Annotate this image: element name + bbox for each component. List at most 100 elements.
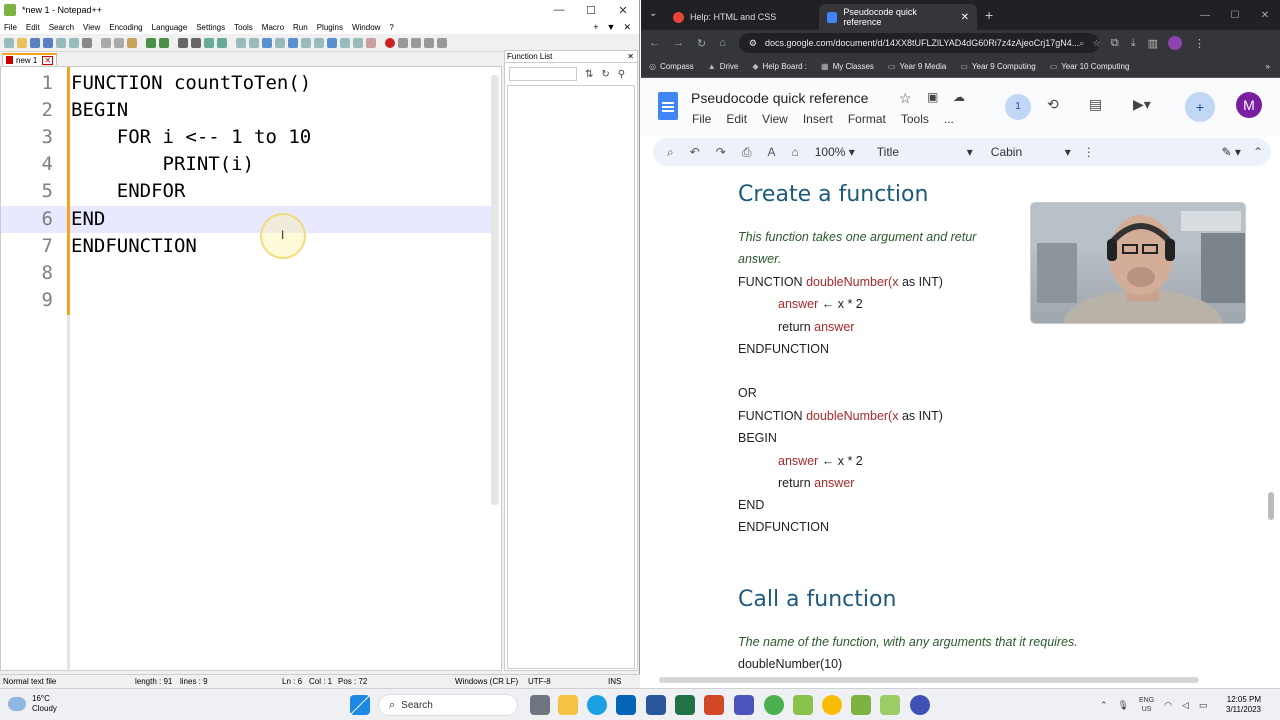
home-icon[interactable]: ⌂ <box>719 37 726 49</box>
wifi-icon[interactable]: ◠ <box>1164 700 1172 711</box>
bookmark-drive[interactable]: ▲ Drive <box>708 62 739 71</box>
save-all-icon[interactable] <box>43 37 53 48</box>
function-list-tree[interactable] <box>507 85 635 669</box>
code-line[interactable]: 2 BEGIN <box>1 97 491 124</box>
doc-scrollbar[interactable] <box>1268 492 1274 520</box>
tab-close-icon[interactable]: ✕ <box>42 55 54 65</box>
cut-icon[interactable] <box>101 37 111 48</box>
npp-titlebar[interactable]: *new 1 - Notepad++ — ☐ ✕ <box>0 0 639 20</box>
panel-close-icon[interactable]: ✕ <box>627 52 634 61</box>
stop-macro-icon[interactable] <box>398 37 408 48</box>
excel-icon[interactable] <box>675 695 695 715</box>
function-search-input[interactable] <box>509 67 577 81</box>
taskbar-search[interactable]: ⌕ Search <box>378 694 518 716</box>
word-icon[interactable] <box>646 695 666 715</box>
docs-menu-edit[interactable]: Edit <box>726 112 747 126</box>
redo-icon[interactable] <box>159 37 169 48</box>
menu-help[interactable]: ? <box>389 23 393 32</box>
browser-tab-docs[interactable]: Pseudocode quick reference ✕ <box>819 4 977 30</box>
notepadpp-alt-icon[interactable] <box>851 695 871 715</box>
sort-icon[interactable]: ⇅ <box>585 69 593 80</box>
docs-menu-view[interactable]: View <box>762 112 788 126</box>
doc-map-icon[interactable] <box>314 37 324 48</box>
tab-new-1[interactable]: new 1 ✕ <box>2 53 58 65</box>
docs-menu-format[interactable]: Format <box>848 112 886 126</box>
bookmark-star-icon[interactable]: ☆ <box>1092 38 1100 49</box>
browser-tab-help[interactable]: Help: HTML and CSS <box>665 4 819 30</box>
collapse-menu-icon[interactable]: ⌃ <box>1253 145 1263 159</box>
menu-search[interactable]: Search <box>49 23 74 32</box>
bookmark-my-classes[interactable]: ▦ My Classes <box>821 62 874 71</box>
menu-edit[interactable]: Edit <box>26 23 40 32</box>
weather-widget[interactable]: 16°C Cloudy <box>8 694 57 714</box>
code-line[interactable]: 4 PRINT(i) <box>1 151 491 178</box>
record-macro-icon[interactable] <box>385 37 395 48</box>
code-line[interactable]: 1 FUNCTION countToTen() <box>1 70 491 97</box>
add-icon[interactable]: + <box>593 22 598 33</box>
code-line[interactable]: 8 <box>1 260 491 287</box>
search-menus-icon[interactable]: ⌕ <box>667 145 674 160</box>
doc-list-icon[interactable] <box>366 37 376 48</box>
bookmark-year9-computing[interactable]: ▭ Year 9 Computing <box>960 62 1035 71</box>
close-file-icon[interactable] <box>56 37 66 48</box>
save-icon[interactable] <box>30 37 40 48</box>
func-list-icon[interactable] <box>327 37 337 48</box>
docs-menu-file[interactable]: File <box>692 112 711 126</box>
doc-horizontal-scrollbar[interactable] <box>659 677 1199 683</box>
site-info-icon[interactable]: ⚙ <box>749 38 757 49</box>
code-line-current[interactable]: 6 END <box>1 206 491 233</box>
doc-title[interactable]: Pseudocode quick reference <box>691 90 868 106</box>
docs-menu-tools[interactable]: Tools <box>901 112 929 126</box>
teams-icon[interactable] <box>734 695 754 715</box>
minimize-icon[interactable]: — <box>543 4 575 17</box>
editor-scrollbar[interactable] <box>491 75 499 505</box>
outlook-icon[interactable] <box>616 695 636 715</box>
zoom-in-icon[interactable] <box>204 37 214 48</box>
sync-h-icon[interactable] <box>249 37 259 48</box>
bookmark-compass[interactable]: ◎ Compass <box>649 62 694 71</box>
file-explorer-icon[interactable] <box>558 695 578 715</box>
back-icon[interactable]: ← <box>649 37 660 49</box>
run-macro-icon[interactable] <box>424 37 434 48</box>
menu-window[interactable]: Window <box>352 23 380 32</box>
monitor-icon[interactable] <box>353 37 363 48</box>
new-file-icon[interactable] <box>4 37 14 48</box>
redo-icon[interactable]: ↷ <box>716 145 726 159</box>
side-panel-icon[interactable]: ▥ <box>1148 37 1158 50</box>
download-icon[interactable]: ⤓ <box>1131 37 1136 50</box>
zoom-select[interactable]: 100% ▾ <box>815 145 855 159</box>
obs-icon[interactable] <box>910 695 930 715</box>
profile-avatar[interactable] <box>1168 36 1183 50</box>
font-select[interactable]: Cabin ▾ <box>991 145 1071 159</box>
docs-menu-insert[interactable]: Insert <box>803 112 833 126</box>
docs-menu-more[interactable]: ... <box>944 112 954 126</box>
print-icon[interactable]: ⎙ <box>742 145 752 160</box>
docs-logo-icon[interactable] <box>658 92 678 120</box>
move-folder-icon[interactable]: ▣ <box>927 90 938 104</box>
battery-icon[interactable]: ▭ <box>1199 700 1208 711</box>
code-line[interactable]: 5 ENDFOR <box>1 178 491 205</box>
menu-plugins[interactable]: Plugins <box>317 23 343 32</box>
menu-macro[interactable]: Macro <box>262 23 284 32</box>
spellcheck-icon[interactable]: A <box>767 145 775 159</box>
start-icon[interactable] <box>350 695 370 715</box>
address-bar[interactable]: ⚙ docs.google.com/document/d/14XX8tUFLZl… <box>738 33 1100 53</box>
paint-format-icon[interactable]: ⌂ <box>791 145 798 159</box>
microphone-icon[interactable]: 🎙 <box>1118 700 1129 711</box>
close-icon[interactable]: ✕ <box>607 4 639 17</box>
doc-page[interactable]: Create a function This function takes on… <box>659 170 1271 680</box>
replace-icon[interactable] <box>191 37 201 48</box>
menu-run[interactable]: Run <box>293 23 308 32</box>
pin-icon[interactable]: ⚲ <box>618 69 625 80</box>
new-tab-icon[interactable]: + <box>985 7 993 23</box>
save-macro-icon[interactable] <box>437 37 447 48</box>
dropdown-icon[interactable]: ▼ <box>607 22 616 33</box>
bookmarks-more-icon[interactable]: » <box>1266 62 1270 71</box>
notepadpp-window-icon[interactable] <box>880 695 900 715</box>
menu-tools[interactable]: Tools <box>234 23 253 32</box>
menu-file[interactable]: File <box>4 23 17 32</box>
open-file-icon[interactable] <box>17 37 27 48</box>
lang-icon[interactable] <box>301 37 311 48</box>
chrome-icon[interactable] <box>822 695 842 715</box>
maximize-icon[interactable]: ☐ <box>1220 10 1250 21</box>
